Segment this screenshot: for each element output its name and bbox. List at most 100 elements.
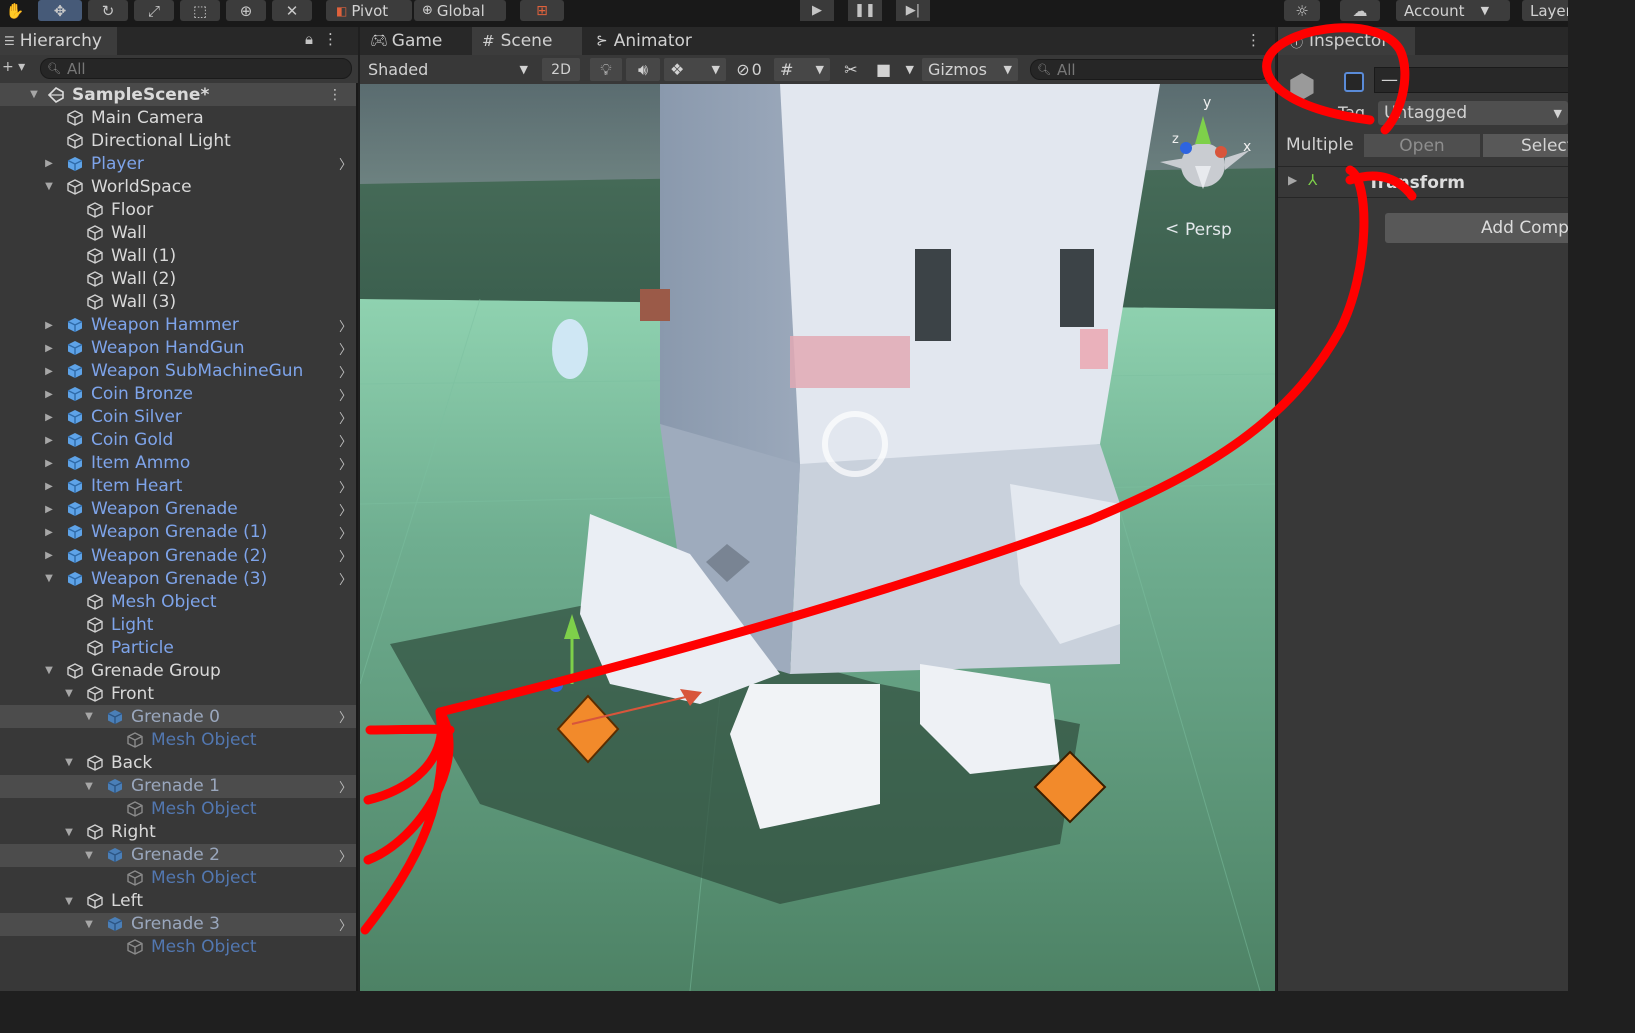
toggle-2d-button[interactable]: 2D — [542, 58, 580, 81]
grid-dropdown[interactable]: # ▼ — [774, 58, 830, 81]
collapse-arrow-icon[interactable]: ▶ — [43, 550, 55, 561]
shading-mode-dropdown[interactable]: Shaded ▼ — [362, 58, 534, 81]
hierarchy-row[interactable]: ▶ Item Heart 〉 — [0, 475, 356, 498]
expand-arrow-icon[interactable]: ▼ — [83, 919, 95, 930]
hierarchy-row[interactable]: ▼ Front — [0, 682, 356, 705]
collapse-arrow-icon[interactable]: ▶ — [43, 343, 55, 354]
hierarchy-row[interactable]: Mesh Object — [0, 798, 356, 821]
hierarchy-row[interactable]: ▼ Back — [0, 751, 356, 774]
rotate-tool-button[interactable]: ↻ — [88, 0, 128, 21]
hierarchy-row[interactable]: ▶ Weapon Hammer 〉 — [0, 314, 356, 337]
global-toggle[interactable]: ⊕ Global — [414, 0, 506, 21]
tab-animator[interactable]: ⊱ Animator — [586, 27, 706, 55]
hierarchy-row[interactable]: ▼ Weapon Grenade (3) 〉 — [0, 567, 356, 590]
play-button[interactable]: ▶ — [800, 0, 834, 21]
hierarchy-row[interactable]: ▶ Item Ammo 〉 — [0, 452, 356, 475]
hierarchy-row[interactable]: Mesh Object — [0, 728, 356, 751]
tab-scene[interactable]: # Scene — [472, 27, 582, 55]
step-button[interactable]: ▶| — [896, 0, 930, 21]
persp-label[interactable]: Persp — [1185, 220, 1232, 240]
hierarchy-row[interactable]: ▼ Grenade 1 〉 — [0, 774, 356, 798]
expand-arrow-icon[interactable]: ▼ — [43, 181, 55, 192]
open-prefab-chevron-icon[interactable]: 〉 — [339, 777, 352, 796]
open-prefab-chevron-icon[interactable]: 〉 — [339, 477, 352, 496]
open-prefab-chevron-icon[interactable]: 〉 — [339, 431, 352, 450]
scene-root-row[interactable]: ▼ SampleScene* ⋮ — [0, 83, 356, 106]
collapse-arrow-icon[interactable]: ▶ — [43, 366, 55, 377]
hierarchy-row[interactable]: Mesh Object — [0, 590, 356, 613]
collapse-arrow-icon[interactable]: ▶ — [43, 320, 55, 331]
open-prefab-chevron-icon[interactable]: 〉 — [339, 385, 352, 404]
collapse-arrow-icon[interactable]: ▶ — [43, 458, 55, 469]
collapse-arrow-icon[interactable]: ▶ — [43, 389, 55, 400]
hidden-objects-toggle[interactable]: ⊘ 0 — [730, 58, 768, 81]
lighting-toggle[interactable]: 💡︎ — [590, 58, 622, 81]
collapse-arrow-icon[interactable]: ▶ — [43, 435, 55, 446]
hierarchy-row[interactable]: ▶ Weapon SubMachineGun 〉 — [0, 360, 356, 383]
open-prefab-chevron-icon[interactable]: 〉 — [339, 546, 352, 565]
hierarchy-row[interactable]: ▶ Weapon Grenade (1) 〉 — [0, 521, 356, 544]
scene-viewport[interactable]: y x z < Persp — [360, 84, 1275, 991]
name-field[interactable]: — — [1374, 67, 1568, 93]
add-dropdown-icon[interactable]: + ▾ — [2, 59, 25, 75]
expand-arrow-icon[interactable]: ▼ — [63, 688, 75, 699]
custom-tool-button[interactable]: ✕ — [272, 0, 312, 21]
open-prefab-chevron-icon[interactable]: 〉 — [339, 408, 352, 427]
collapse-arrow-icon[interactable]: ▶ — [43, 504, 55, 515]
tab-hierarchy[interactable]: ☰ Hierarchy — [0, 27, 117, 55]
hierarchy-row[interactable]: Main Camera — [0, 106, 356, 129]
select-button[interactable]: Select — [1483, 134, 1568, 157]
gizmos-dropdown[interactable]: Gizmos ▼ — [922, 58, 1018, 81]
open-prefab-chevron-icon[interactable]: 〉 — [339, 454, 352, 473]
hierarchy-search-input[interactable]: 🔍︎ All — [40, 58, 352, 79]
hand-tool-button[interactable]: ✋ — [0, 0, 30, 21]
hierarchy-row[interactable]: Mesh Object — [0, 867, 356, 890]
open-prefab-chevron-icon[interactable]: 〉 — [339, 154, 352, 173]
pause-button[interactable]: ❚❚ — [848, 0, 882, 21]
hierarchy-row[interactable]: ▼ Grenade 0 〉 — [0, 705, 356, 729]
layers-dropdown[interactable]: Layers — [1522, 0, 1568, 21]
collapse-arrow-icon[interactable]: ▶ — [43, 481, 55, 492]
tab-inspector[interactable]: ⓘ Inspector — [1278, 27, 1415, 55]
expand-arrow-icon[interactable]: ▼ — [83, 850, 95, 861]
open-prefab-chevron-icon[interactable]: 〉 — [339, 500, 352, 519]
tag-dropdown[interactable]: Untagged ▼ — [1378, 101, 1568, 125]
hierarchy-row[interactable]: Wall (3) — [0, 290, 356, 313]
hierarchy-row[interactable]: ▼ Grenade Group — [0, 659, 356, 682]
tools-button[interactable]: ✂ — [836, 58, 866, 81]
hierarchy-row[interactable]: Light — [0, 613, 356, 636]
open-prefab-chevron-icon[interactable]: 〉 — [339, 707, 352, 726]
scene-menu-icon[interactable]: ⋮ — [1246, 31, 1261, 49]
collapse-arrow-icon[interactable]: ▶ — [43, 412, 55, 423]
expand-arrow-icon[interactable]: ▼ — [63, 896, 75, 907]
hierarchy-row[interactable]: Floor — [0, 198, 356, 221]
expand-arrow-icon[interactable]: ▼ — [83, 711, 95, 722]
open-prefab-chevron-icon[interactable]: 〉 — [339, 362, 352, 381]
hierarchy-row[interactable]: ▶ Coin Gold 〉 — [0, 429, 356, 452]
hierarchy-row[interactable]: ▶ Player 〉 — [0, 152, 356, 175]
hierarchy-row[interactable]: ▼ Grenade 3 〉 — [0, 912, 356, 936]
pivot-toggle[interactable]: ◧ Pivot — [326, 0, 412, 21]
expand-arrow-icon[interactable]: ▶ — [1288, 173, 1297, 187]
hierarchy-row[interactable]: Directional Light — [0, 129, 356, 152]
rect-tool-button[interactable]: ⬚ — [180, 0, 220, 21]
hierarchy-row[interactable]: ▼ Left — [0, 890, 356, 913]
hierarchy-row[interactable]: Particle — [0, 636, 356, 659]
hierarchy-row[interactable]: ▶ Weapon Grenade (2) 〉 — [0, 544, 356, 567]
collapse-arrow-icon[interactable]: ▶ — [43, 527, 55, 538]
expand-arrow-icon[interactable]: ▼ — [28, 89, 40, 100]
open-prefab-chevron-icon[interactable]: 〉 — [339, 523, 352, 542]
effects-dropdown[interactable]: ❖ ▼ — [664, 58, 726, 81]
cloud-button[interactable]: ☁ — [1340, 0, 1380, 21]
hierarchy-row[interactable]: ▼ Grenade 2 〉 — [0, 843, 356, 867]
hierarchy-row[interactable]: ▼ Right — [0, 821, 356, 844]
open-prefab-chevron-icon[interactable]: 〉 — [339, 316, 352, 335]
collapse-arrow-icon[interactable]: ▶ — [43, 158, 55, 169]
move-tool-button[interactable]: ✥ — [38, 0, 82, 21]
open-button[interactable]: Open — [1364, 134, 1480, 157]
snap-button[interactable]: ⊞ — [520, 0, 564, 21]
hierarchy-row[interactable]: ▶ Coin Silver 〉 — [0, 406, 356, 429]
open-prefab-chevron-icon[interactable]: 〉 — [339, 569, 352, 588]
active-checkbox[interactable] — [1344, 72, 1364, 92]
scene-search-input[interactable]: 🔍︎ All — [1030, 59, 1270, 80]
